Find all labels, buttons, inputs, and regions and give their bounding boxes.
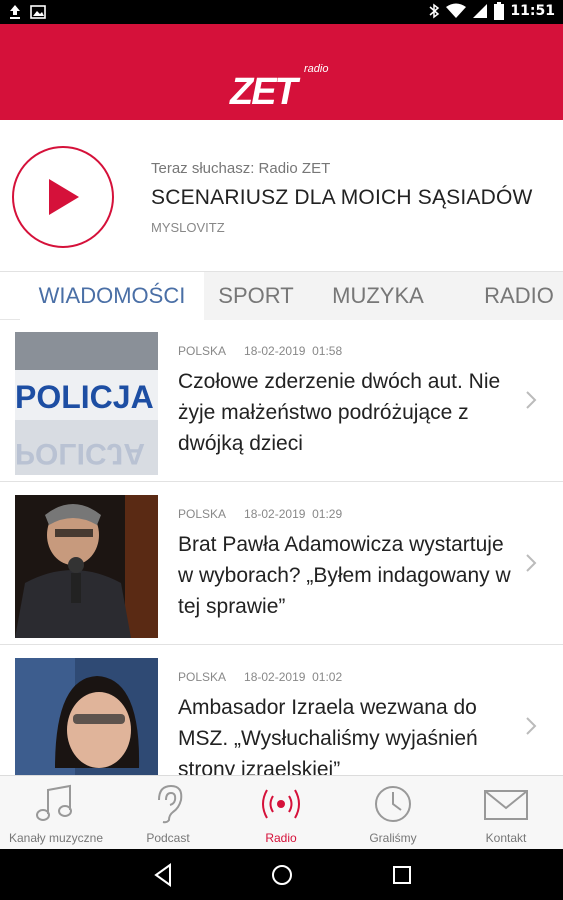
svg-text:ZET: ZET: [229, 71, 301, 108]
news-list: POLICJA POLICJA POLSKA 18-02-2019 01:58 …: [0, 320, 563, 775]
nav-radio[interactable]: Radio: [225, 776, 337, 850]
radio-waves-icon: [262, 789, 300, 819]
app-header: radio ZET: [0, 24, 563, 120]
ear-icon: [158, 784, 183, 824]
nav-kanaly-muzyczne[interactable]: Kanały muzyczne: [0, 776, 112, 850]
category-tabs: WIADOMOŚCI SPORT MUZYKA RADIO: [0, 272, 563, 320]
nav-label: Radio: [265, 831, 297, 845]
clock-icon: [375, 786, 411, 822]
news-thumbnail: [15, 495, 158, 638]
news-item[interactable]: POLSKA 18-02-2019 01:02 Ambasador Izrael…: [0, 646, 563, 775]
now-playing-panel: Teraz słuchasz: Radio ZET SCENARIUSZ DLA…: [0, 120, 563, 272]
news-thumbnail: [15, 658, 158, 775]
home-icon[interactable]: [268, 861, 296, 889]
news-headline: Brat Pawła Adamowicza wystartuje w wybor…: [178, 533, 511, 618]
nav-kontakt[interactable]: Kontakt: [450, 776, 562, 850]
news-date: 18-02-2019: [244, 507, 306, 521]
news-headline: Czołowe zderzenie dwóch aut. Nie żyje ma…: [178, 370, 501, 455]
now-listening-label: Teraz słuchasz: Radio ZET: [151, 160, 331, 177]
signal-icon: [473, 4, 488, 18]
news-thumbnail: POLICJA POLICJA: [15, 332, 158, 475]
wifi-icon: [446, 3, 467, 18]
back-icon[interactable]: [150, 861, 178, 889]
news-date: 18-02-2019: [244, 344, 306, 358]
news-item[interactable]: POLSKA 18-02-2019 01:29 Brat Pawła Adamo…: [0, 483, 563, 645]
status-time: 11:51: [510, 3, 555, 19]
nav-label: Kontakt: [485, 831, 527, 845]
bluetooth-icon: [429, 3, 440, 19]
news-date: 18-02-2019: [244, 670, 306, 684]
music-note-icon: [36, 784, 72, 821]
chevron-right-icon: [526, 717, 537, 735]
svg-text:POLICJA: POLICJA: [15, 437, 145, 470]
news-time: 01:29: [312, 507, 343, 521]
play-button[interactable]: [12, 146, 114, 248]
play-icon: [49, 179, 79, 215]
news-time: 01:02: [312, 670, 343, 684]
upload-icon: [10, 5, 20, 19]
chevron-right-icon: [526, 391, 537, 409]
news-category: POLSKA: [178, 670, 227, 684]
bottom-navigation: Kanały muzyczne Podcast Radio Graliśmy K…: [0, 775, 563, 849]
svg-text:POLICJA: POLICJA: [15, 379, 154, 415]
recents-icon[interactable]: [388, 861, 416, 889]
nav-podcast[interactable]: Podcast: [112, 776, 224, 850]
tab-wiadomosci[interactable]: WIADOMOŚCI: [20, 272, 204, 320]
news-category: POLSKA: [178, 344, 227, 358]
song-title: SCENARIUSZ DLA MOICH SĄSIADÓW: [151, 186, 533, 209]
news-meta: POLSKA 18-02-2019 01:02: [178, 670, 342, 684]
news-meta: POLSKA 18-02-2019 01:29: [178, 507, 342, 521]
radio-zet-logo: radio ZET: [229, 63, 328, 108]
image-notification-icon: [30, 5, 46, 19]
envelope-icon: [484, 790, 528, 820]
system-navigation-bar: [0, 849, 563, 900]
news-category: POLSKA: [178, 507, 227, 521]
battery-icon: [494, 2, 505, 20]
chevron-right-icon: [526, 554, 537, 572]
news-time: 01:58: [312, 344, 343, 358]
nav-label: Podcast: [146, 831, 190, 845]
nav-label: Kanały muzyczne: [8, 831, 104, 845]
tab-muzyka[interactable]: MUZYKA: [318, 272, 438, 320]
nav-label: Graliśmy: [369, 831, 417, 845]
nav-gralismy[interactable]: Graliśmy: [337, 776, 449, 850]
tab-radio[interactable]: RADIO: [474, 272, 563, 320]
news-headline: Ambasador Izraela wezwana do MSZ. „Wysłu…: [178, 696, 478, 775]
tab-sport[interactable]: SPORT: [204, 272, 308, 320]
news-meta: POLSKA 18-02-2019 01:58: [178, 344, 342, 358]
svg-text:radio: radio: [304, 63, 328, 75]
artist-name: MYSLOVITZ: [151, 220, 225, 235]
status-bar: 11:51: [0, 0, 563, 24]
news-item[interactable]: POLICJA POLICJA POLSKA 18-02-2019 01:58 …: [0, 320, 563, 482]
